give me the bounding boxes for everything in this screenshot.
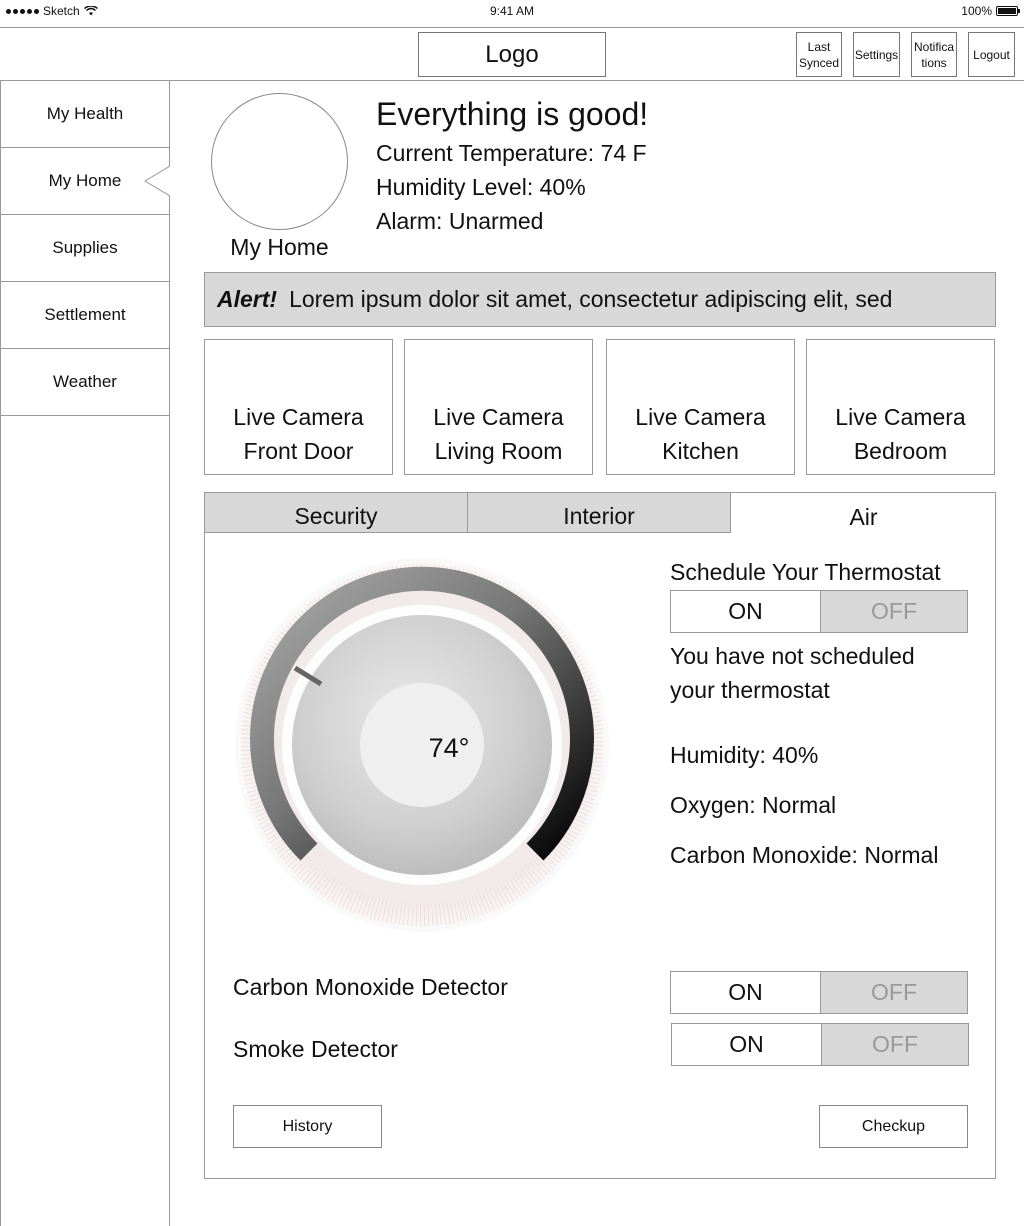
- notifications-label: Notifica tions: [913, 39, 954, 70]
- co-detector-off-option[interactable]: OFF: [820, 972, 967, 1013]
- camera-title: Live Camera: [233, 404, 364, 430]
- logo[interactable]: Logo: [418, 32, 606, 77]
- sidebar-item-label: My Home: [48, 171, 122, 190]
- camera-location: Living Room: [434, 438, 563, 464]
- current-temperature: Current Temperature: 74 F: [376, 140, 647, 166]
- status-time: 9:41 AM: [489, 4, 535, 18]
- camera-tile-front-door[interactable]: Live Camera Front Door: [204, 339, 393, 475]
- avatar-label: My Home: [230, 234, 329, 260]
- history-button[interactable]: History: [233, 1105, 382, 1148]
- tab-air[interactable]: Air: [731, 492, 996, 533]
- camera-location: Front Door: [243, 438, 354, 464]
- sidebar-item-settlement[interactable]: Settlement: [1, 282, 169, 349]
- sidebar-item-weather[interactable]: Weather: [1, 349, 169, 416]
- sidebar-item-label: My Health: [46, 104, 124, 123]
- battery-icon: [996, 6, 1020, 16]
- co-detector-toggle[interactable]: ON OFF: [670, 971, 968, 1014]
- camera-location: Bedroom: [853, 438, 948, 464]
- sidebar: My Health My Home Supplies Settlement We…: [0, 81, 170, 1226]
- battery-percent: 100%: [961, 4, 992, 18]
- tab-security[interactable]: Security: [204, 492, 468, 533]
- schedule-toggle[interactable]: ON OFF: [670, 590, 968, 633]
- camera-title: Live Camera: [433, 404, 564, 430]
- schedule-off-option[interactable]: OFF: [820, 591, 967, 632]
- sidebar-item-my-home[interactable]: My Home: [1, 148, 170, 215]
- notifications-button[interactable]: Notifica tions: [911, 32, 957, 77]
- schedule-note-line1: You have not scheduled: [670, 643, 915, 669]
- smoke-detector-on-option[interactable]: ON: [672, 1024, 821, 1065]
- schedule-on-option[interactable]: ON: [671, 591, 820, 632]
- schedule-title: Schedule Your Thermostat: [670, 559, 941, 585]
- status-headline: Everything is good!: [376, 96, 649, 132]
- camera-title: Live Camera: [635, 404, 766, 430]
- alert-message: Lorem ipsum dolor sit amet, consectetur …: [289, 286, 893, 312]
- co-detector-on-option[interactable]: ON: [671, 972, 820, 1013]
- humidity-level: Humidity Level: 40%: [376, 174, 586, 200]
- camera-tile-kitchen[interactable]: Live Camera Kitchen: [606, 339, 795, 475]
- tab-panel: Security Interior Air 74° Schedule Your …: [204, 492, 996, 1179]
- alert-prefix: Alert!: [217, 286, 278, 312]
- thermostat-value: 74°: [428, 733, 470, 763]
- camera-location: Kitchen: [662, 438, 739, 464]
- smoke-detector-label: Smoke Detector: [233, 1036, 398, 1062]
- home-avatar: [211, 93, 348, 230]
- thermostat-dial[interactable]: 74°: [231, 555, 611, 935]
- last-synced-button[interactable]: Last Synced: [796, 32, 842, 77]
- tab-interior[interactable]: Interior: [467, 492, 731, 533]
- air-oxygen: Oxygen: Normal: [670, 792, 837, 818]
- sidebar-item-label: Weather: [53, 372, 117, 391]
- sidebar-item-label: Supplies: [52, 238, 118, 257]
- settings-button[interactable]: Settings: [853, 32, 900, 77]
- air-humidity: Humidity: 40%: [670, 742, 819, 768]
- camera-tile-bedroom[interactable]: Live Camera Bedroom: [806, 339, 995, 475]
- schedule-note-line2: your thermostat: [670, 677, 830, 703]
- status-bar: Sketch 9:41 AM 100%: [0, 0, 1024, 24]
- smoke-detector-toggle[interactable]: ON OFF: [671, 1023, 969, 1066]
- co-detector-label: Carbon Monoxide Detector: [233, 974, 508, 1000]
- last-synced-label: Last Synced: [798, 39, 840, 70]
- sidebar-item-my-health[interactable]: My Health: [1, 81, 169, 148]
- active-indicator: [144, 166, 170, 196]
- checkup-button[interactable]: Checkup: [819, 1105, 968, 1148]
- logout-button[interactable]: Logout: [968, 32, 1015, 77]
- air-carbon-monoxide: Carbon Monoxide: Normal: [670, 842, 939, 868]
- camera-tile-living-room[interactable]: Live Camera Living Room: [404, 339, 593, 475]
- alert-banner: Alert! Lorem ipsum dolor sit amet, conse…: [204, 272, 996, 327]
- smoke-detector-off-option[interactable]: OFF: [821, 1024, 968, 1065]
- top-header: Logo Last Synced Settings Notifica tions L…: [0, 27, 1024, 81]
- sidebar-item-supplies[interactable]: Supplies: [1, 215, 169, 282]
- status-right: 100%: [961, 4, 1020, 18]
- camera-title: Live Camera: [835, 404, 966, 430]
- sidebar-item-label: Settlement: [44, 305, 126, 324]
- alarm-status: Alarm: Unarmed: [376, 208, 544, 234]
